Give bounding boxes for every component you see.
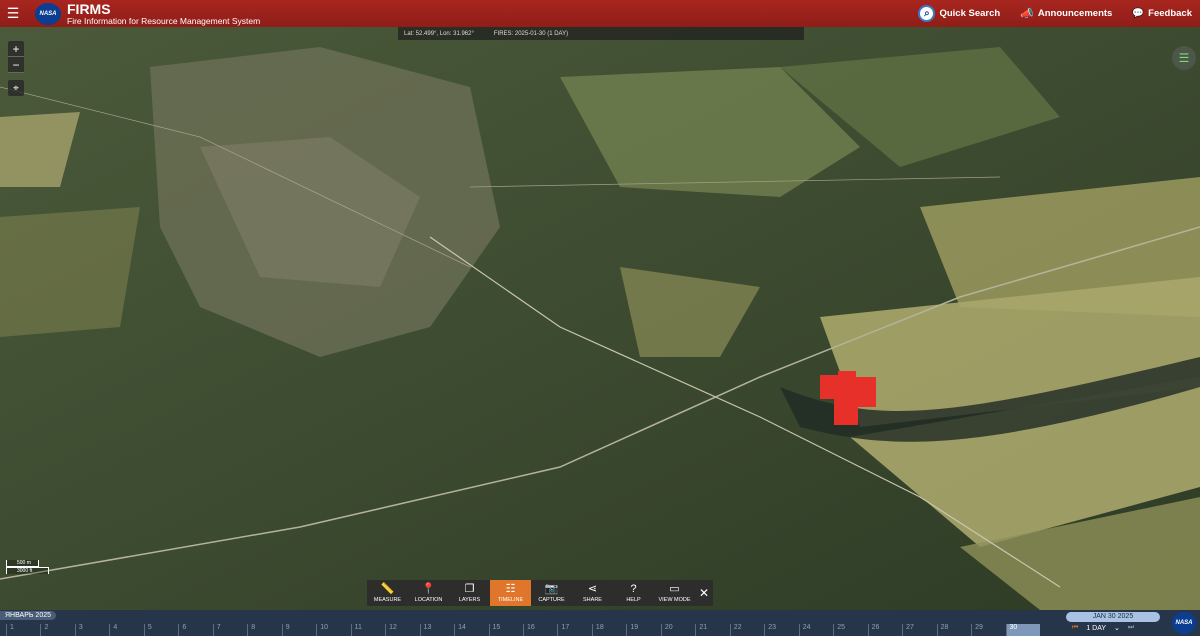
view-mode-label: VIEW MODE bbox=[658, 596, 691, 603]
nasa-corner-logo: NASA bbox=[1172, 612, 1196, 634]
map-scale: 500 m 3000 ft bbox=[6, 560, 49, 574]
view-mode-button[interactable]: ▭ VIEW MODE bbox=[654, 580, 695, 606]
timeline-day[interactable]: 25 bbox=[833, 624, 867, 636]
sliders-icon: ☷ bbox=[505, 582, 516, 595]
timeline-day[interactable]: 4 bbox=[109, 624, 143, 636]
timeline-day[interactable]: 20 bbox=[660, 624, 695, 636]
timeline-day[interactable]: 16 bbox=[523, 624, 557, 636]
range-select[interactable]: 1 DAY bbox=[1086, 625, 1106, 632]
header-actions: ⌕ Quick Search 📣 Announcements 💬 Feedbac… bbox=[918, 5, 1200, 22]
timeline-day[interactable]: 2 bbox=[40, 624, 74, 636]
timeline-day[interactable]: 10 bbox=[316, 624, 350, 636]
timeline-day[interactable]: 1 bbox=[6, 624, 40, 636]
capture-label: CAPTURE bbox=[538, 596, 565, 603]
location-label: LOCATION bbox=[414, 596, 443, 603]
coordinate-bar: Lat: 52.499°, Lon: 31.962° FIRES: 2025-0… bbox=[398, 27, 804, 40]
location-pin-icon[interactable]: ⌖ bbox=[8, 80, 24, 96]
ruler-icon: 📏 bbox=[380, 582, 395, 595]
fires-date-readout: FIRES: 2025-01-30 (1 DAY) bbox=[493, 30, 569, 37]
announcements-label: Announcements bbox=[1037, 8, 1113, 19]
timeline-day[interactable]: 12 bbox=[385, 624, 419, 636]
close-icon[interactable]: ✕ bbox=[695, 580, 713, 606]
share-icon: ⋖ bbox=[587, 582, 598, 595]
app-subtitle: Fire Information for Resource Management… bbox=[67, 15, 261, 26]
brand: FIRMS Fire Information for Resource Mana… bbox=[67, 2, 260, 26]
map-toolbar: 📏 MEASURE 📍 LOCATION ❐ LAYERS ☷ TIMELINE… bbox=[367, 580, 713, 606]
timeline-day[interactable]: 17 bbox=[557, 624, 591, 636]
timeline-day[interactable]: 7 bbox=[212, 624, 247, 636]
month-label: ЯНВАРЬ 2025 bbox=[0, 611, 56, 620]
share-label: SHARE bbox=[583, 596, 602, 603]
search-icon: ⌕ bbox=[918, 5, 936, 22]
nasa-logo[interactable]: NASA bbox=[35, 2, 61, 25]
timeline-label: TIMELINE bbox=[497, 596, 524, 603]
location-button[interactable]: 📍 LOCATION bbox=[408, 580, 449, 606]
layers-button[interactable]: ❐ LAYERS bbox=[449, 580, 490, 606]
app-title: FIRMS bbox=[67, 0, 111, 17]
layers-label: LAYERS bbox=[458, 596, 481, 603]
zoom-in-button[interactable]: + bbox=[8, 41, 24, 57]
scale-feet: 3000 ft bbox=[6, 567, 49, 574]
timeline-day[interactable]: 27 bbox=[902, 624, 936, 636]
timeline-day[interactable]: 18 bbox=[591, 624, 626, 636]
question-icon: ? bbox=[630, 582, 637, 595]
megaphone-icon: 📣 bbox=[1020, 8, 1034, 20]
scale-meters: 500 m bbox=[6, 560, 39, 567]
coordinates-readout: Lat: 52.499°, Lon: 31.962° bbox=[404, 30, 474, 37]
share-button[interactable]: ⋖ SHARE bbox=[572, 580, 613, 606]
quick-search-label: Quick Search bbox=[939, 8, 1001, 19]
layers-list-icon[interactable]: ☰ bbox=[1172, 46, 1196, 70]
timeline-day[interactable]: 29 bbox=[971, 624, 1005, 636]
feedback-button[interactable]: 💬 Feedback bbox=[1132, 8, 1192, 19]
help-label: HELP bbox=[626, 596, 641, 603]
timeline-day[interactable]: 23 bbox=[764, 624, 798, 636]
announcements-button[interactable]: 📣 Announcements bbox=[1020, 7, 1112, 20]
feedback-label: Feedback bbox=[1148, 8, 1192, 19]
map-imagery bbox=[0, 27, 1200, 610]
capture-button[interactable]: 📷 CAPTURE bbox=[531, 580, 572, 606]
step-forward-icon[interactable]: ⏭ bbox=[1128, 624, 1134, 632]
map-pin-icon: 📍 bbox=[421, 582, 436, 595]
timeline-day[interactable]: 21 bbox=[695, 624, 729, 636]
app-header: ☰ NASA FIRMS Fire Information for Resour… bbox=[0, 0, 1200, 27]
timeline-day[interactable]: 14 bbox=[454, 624, 488, 636]
timeline-button[interactable]: ☷ TIMELINE bbox=[490, 580, 531, 606]
satellite-map[interactable]: Lat: 52.499°, Lon: 31.962° FIRES: 2025-0… bbox=[0, 27, 1200, 610]
monitor-icon: ▭ bbox=[669, 582, 680, 595]
timeline-day[interactable]: 28 bbox=[936, 624, 971, 636]
layers-icon: ❐ bbox=[464, 582, 475, 595]
help-button[interactable]: ? HELP bbox=[613, 580, 654, 606]
zoom-out-button[interactable]: − bbox=[8, 57, 24, 73]
timeline-day[interactable]: 13 bbox=[419, 624, 454, 636]
chevron-down-icon[interactable]: ⌄ bbox=[1114, 624, 1120, 632]
timeline-day[interactable]: 19 bbox=[626, 624, 660, 636]
date-controls: ⏮ 1 DAY ⌄ ⏭ bbox=[1072, 624, 1134, 632]
zoom-control: + − bbox=[8, 41, 24, 73]
measure-button[interactable]: 📏 MEASURE bbox=[367, 580, 408, 606]
timeline-day[interactable]: 8 bbox=[247, 624, 281, 636]
timeline-day[interactable]: 3 bbox=[74, 624, 109, 636]
timeline-bar: ЯНВАРЬ 2025 1 2 3 4 5 6 7 8 9 10 11 12 13 14 15 16 17 18 1… bbox=[0, 610, 1200, 636]
hamburger-icon[interactable]: ☰ bbox=[0, 0, 26, 27]
timeline-day[interactable]: 9 bbox=[281, 624, 316, 636]
timeline-day[interactable]: 11 bbox=[350, 624, 385, 636]
date-selector: JAN 30 2025 ⏮ 1 DAY ⌄ ⏭ NASA bbox=[1040, 610, 1200, 636]
camera-icon: 📷 bbox=[544, 582, 559, 595]
timeline-day[interactable]: 6 bbox=[178, 624, 212, 636]
day-strip: 1 2 3 4 5 6 7 8 9 10 11 12 13 14 15 16 17 18 19 20 21 22 23 24 2… bbox=[6, 624, 1040, 636]
current-date[interactable]: JAN 30 2025 bbox=[1066, 612, 1160, 622]
timeline-day[interactable]: 30 bbox=[1005, 624, 1040, 636]
timeline-day[interactable]: 22 bbox=[729, 624, 764, 636]
step-back-icon[interactable]: ⏮ bbox=[1072, 624, 1078, 632]
timeline-day[interactable]: 24 bbox=[798, 624, 833, 636]
chat-icon: 💬 bbox=[1132, 8, 1145, 19]
timeline-day[interactable]: 26 bbox=[867, 624, 902, 636]
timeline-day[interactable]: 5 bbox=[143, 624, 178, 636]
measure-label: MEASURE bbox=[373, 596, 402, 603]
quick-search-button[interactable]: ⌕ Quick Search bbox=[918, 5, 1000, 22]
timeline-day[interactable]: 15 bbox=[488, 624, 523, 636]
